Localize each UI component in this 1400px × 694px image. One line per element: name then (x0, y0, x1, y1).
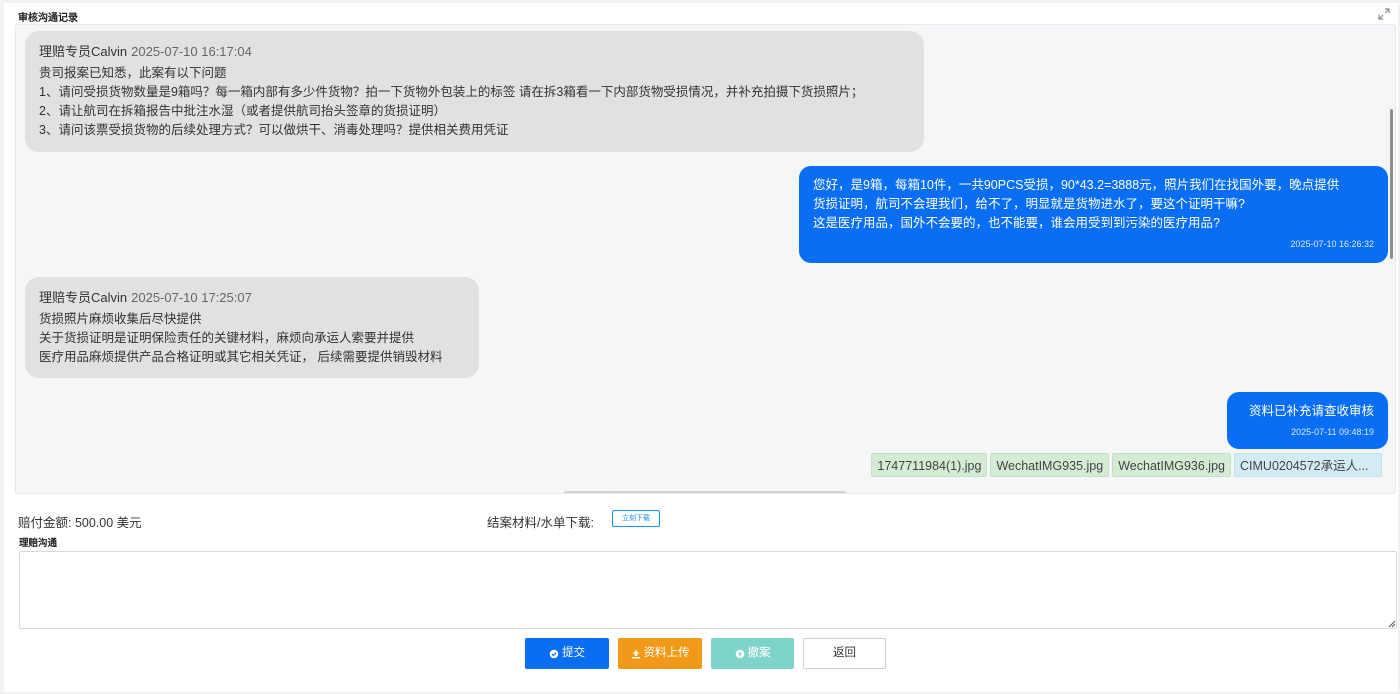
attachment-file[interactable]: 1747711984(1).jpg (871, 453, 988, 477)
payment-amount: 赔付金额: 500.00 美元 (18, 516, 142, 530)
message-outgoing: 您好，是9箱，每箱10件，一共90PCS受损，90*43.2=3888元，照片我… (799, 166, 1388, 263)
message-line: 2、请让航司在拆箱报告中批注水湿（或者提供航司抬头签章的货损证明） (39, 104, 446, 118)
horizontal-scrollbar[interactable] (564, 491, 846, 493)
message-incoming: 理赔专员Calvin 2025-07-10 17:25:07 货损照片麻烦收集后尽… (25, 277, 479, 378)
cancel-circle-icon (735, 649, 744, 658)
message-line: 您好，是9箱，每箱10件，一共90PCS受损，90*43.2=3888元，照片我… (813, 178, 1340, 192)
message-incoming: 理赔专员Calvin 2025-07-10 16:17:04 贵司报案已知悉，此案… (25, 31, 924, 152)
message-time: 2025-07-10 16:26:32 (1290, 239, 1374, 249)
download-label: 结案材料/水单下载: (487, 516, 594, 530)
message-time: 2025-07-11 09:48:19 (1291, 427, 1374, 437)
sender-name: 理赔专员Calvin (39, 44, 128, 59)
panel-title: 审核沟通记录 (18, 13, 78, 24)
attachment-file[interactable]: WechatIMG936.jpg (1112, 453, 1231, 477)
sender-name: 理赔专员Calvin (39, 290, 128, 305)
attachment-file[interactable]: WechatIMG935.jpg (990, 453, 1110, 477)
communication-label: 理赔沟通 (19, 538, 58, 549)
download-button[interactable]: 立刻下载 (612, 510, 660, 527)
upload-label: 资料上传 (643, 647, 690, 659)
attachment-list: 1747711984(1).jpg WechatIMG935.jpg Wecha… (871, 453, 1382, 477)
message-line: 关于货损证明是证明保险责任的关键材料，麻烦向承运人索要并提供 (39, 331, 415, 345)
vertical-scrollbar[interactable] (1390, 109, 1393, 259)
message-line: 医疗用品麻烦提供产品合格证明或其它相关凭证， 后续需要提供销毁材料 (39, 350, 443, 364)
attachment-file[interactable]: CIMU0204572承运人... (1234, 453, 1382, 477)
expand-icon[interactable] (1378, 8, 1390, 20)
message-line: 资料已补充请查收审核 (1248, 404, 1374, 418)
message-line: 3、请问该票受损货物的后续处理方式？可以做烘干、消毒处理吗？提供相关费用凭证 (39, 123, 509, 137)
submit-button[interactable]: 提交 (525, 638, 609, 669)
message-line: 货损照片麻烦收集后尽快提供 (39, 312, 202, 326)
message-time: 2025-07-10 16:17:04 (131, 44, 252, 59)
message-header: 理赔专员Calvin 2025-07-10 17:25:07 (39, 288, 465, 307)
chat-history[interactable]: 理赔专员Calvin 2025-07-10 16:17:04 贵司报案已知悉，此案… (15, 24, 1396, 494)
message-header: 理赔专员Calvin 2025-07-10 16:17:04 (39, 42, 910, 61)
message-line: 贵司报案已知悉，此案有以下问题 (39, 66, 227, 80)
communication-input[interactable] (19, 551, 1397, 629)
check-circle-icon (549, 649, 559, 658)
message-line: 货损证明，航司不会理我们，给不了，明显就是货物进水了，要这个证明干嘛? (813, 197, 1245, 211)
upload-button[interactable]: 资料上传 (618, 638, 702, 669)
message-outgoing: 资料已补充请查收审核 2025-07-11 09:48:19 (1227, 392, 1388, 449)
message-line: 1、请问受损货物数量是9箱吗？每一箱内部有多少件货物？拍一下货物外包装上的标签 … (39, 85, 864, 99)
message-time: 2025-07-10 17:25:07 (131, 290, 252, 305)
back-label: 返回 (833, 647, 856, 659)
close-case-label: 撤案 (747, 647, 771, 659)
message-line: 这是医疗用品，国外不会要的，也不能要，谁会用受到到污染的医疗用品? (813, 216, 1220, 230)
close-case-button[interactable]: 撤案 (711, 638, 794, 669)
back-button[interactable]: 返回 (803, 638, 886, 669)
resize-handle-icon[interactable] (1386, 618, 1396, 628)
submit-label: 提交 (562, 647, 585, 659)
upload-icon (631, 649, 640, 658)
